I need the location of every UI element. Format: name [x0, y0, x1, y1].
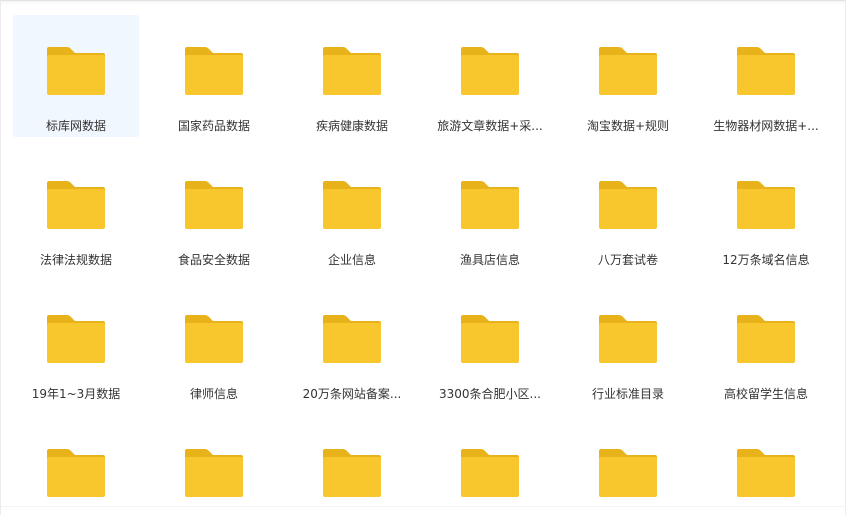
- folder-body: [599, 55, 657, 95]
- folder-body: [461, 323, 519, 363]
- folder-body: [599, 189, 657, 229]
- folder-label: 3300条合肥小区...: [439, 387, 541, 401]
- folder-item[interactable]: 八万套试卷: [565, 149, 691, 271]
- folder-body: [185, 189, 243, 229]
- folder-label: 标库网数据: [45, 119, 106, 133]
- file-browser-window: 标库网数据 国家药品数据 疾病健康数据 旅游文章数据+采... 淘宝数据+规则 生物器材网…: [0, 0, 846, 515]
- folder-body: [185, 457, 243, 497]
- folder-item[interactable]: [289, 417, 415, 515]
- folder-body: [323, 189, 381, 229]
- folder-icon: [323, 315, 381, 363]
- folder-body: [47, 189, 105, 229]
- folder-label: 疾病健康数据: [315, 119, 388, 133]
- folder-item[interactable]: 淘宝数据+规则: [565, 15, 691, 137]
- folder-body: [599, 457, 657, 497]
- folder-body: [185, 323, 243, 363]
- folder-label: 法律法规数据: [39, 253, 112, 267]
- folder-icon: [737, 181, 795, 229]
- folder-icon: [599, 315, 657, 363]
- folder-label: 国家药品数据: [177, 119, 250, 133]
- folder-icon: [323, 449, 381, 497]
- folder-item[interactable]: 生物器材网数据+...: [703, 15, 829, 137]
- folder-label: 高校留学生信息: [723, 387, 808, 401]
- folder-grid: 标库网数据 国家药品数据 疾病健康数据 旅游文章数据+采... 淘宝数据+规则 生物器材网…: [13, 15, 829, 515]
- folder-label: 企业信息: [327, 253, 376, 267]
- folder-item[interactable]: 12万条域名信息: [703, 149, 829, 271]
- folder-body: [47, 323, 105, 363]
- view-bottom-edge: [1, 506, 845, 515]
- folder-item[interactable]: 行业标准目录: [565, 283, 691, 405]
- folder-item[interactable]: 食品安全数据: [151, 149, 277, 271]
- folder-item[interactable]: [151, 417, 277, 515]
- folder-label: 生物器材网数据+...: [713, 119, 819, 133]
- folder-icon: [461, 181, 519, 229]
- folder-label: 淘宝数据+规则: [586, 119, 670, 133]
- folder-icon: [47, 315, 105, 363]
- folder-item[interactable]: [13, 417, 139, 515]
- folder-icon: [185, 47, 243, 95]
- folder-icon: [323, 47, 381, 95]
- folder-label: 行业标准目录: [591, 387, 664, 401]
- folder-icon: [185, 315, 243, 363]
- folder-item[interactable]: 国家药品数据: [151, 15, 277, 137]
- folder-icon: [323, 181, 381, 229]
- folder-label: 八万套试卷: [597, 253, 658, 267]
- folder-icon: [737, 449, 795, 497]
- folder-label: 律师信息: [189, 387, 238, 401]
- folder-label: 渔具店信息: [459, 253, 520, 267]
- folder-item[interactable]: 19年1~3月数据: [13, 283, 139, 405]
- folder-icon: [737, 315, 795, 363]
- folder-icon: [599, 47, 657, 95]
- folder-item[interactable]: 律师信息: [151, 283, 277, 405]
- folder-body: [323, 323, 381, 363]
- folder-icon: [599, 449, 657, 497]
- folder-item[interactable]: 疾病健康数据: [289, 15, 415, 137]
- folder-body: [737, 323, 795, 363]
- folder-body: [323, 55, 381, 95]
- folder-item[interactable]: [565, 417, 691, 515]
- folder-item[interactable]: [703, 417, 829, 515]
- folder-icon: [47, 181, 105, 229]
- folder-item[interactable]: 标库网数据: [13, 15, 139, 137]
- folder-body: [185, 55, 243, 95]
- folder-item[interactable]: 企业信息: [289, 149, 415, 271]
- folder-body: [47, 55, 105, 95]
- folder-label: 食品安全数据: [177, 253, 250, 267]
- folder-item[interactable]: 高校留学生信息: [703, 283, 829, 405]
- folder-icon: [47, 47, 105, 95]
- folder-body: [599, 323, 657, 363]
- folder-icon: [185, 449, 243, 497]
- folder-icon: [461, 315, 519, 363]
- folder-item[interactable]: [427, 417, 553, 515]
- folder-icon: [737, 47, 795, 95]
- folder-body: [47, 457, 105, 497]
- folder-body: [737, 55, 795, 95]
- folder-body: [461, 457, 519, 497]
- folder-icon: [599, 181, 657, 229]
- folder-label: 20万条网站备案...: [302, 387, 402, 401]
- folder-item[interactable]: 3300条合肥小区...: [427, 283, 553, 405]
- folder-item[interactable]: 20万条网站备案...: [289, 283, 415, 405]
- folder-body: [737, 189, 795, 229]
- folder-body: [461, 189, 519, 229]
- folder-body: [737, 457, 795, 497]
- folder-icon: [47, 449, 105, 497]
- folder-label: 12万条域名信息: [722, 253, 810, 267]
- folder-item[interactable]: 渔具店信息: [427, 149, 553, 271]
- folder-icon: [185, 181, 243, 229]
- folder-icon: [461, 449, 519, 497]
- folder-label: 旅游文章数据+采...: [437, 119, 543, 133]
- folder-icon: [461, 47, 519, 95]
- folder-item[interactable]: 旅游文章数据+采...: [427, 15, 553, 137]
- folder-label: 19年1~3月数据: [31, 387, 121, 401]
- folder-item[interactable]: 法律法规数据: [13, 149, 139, 271]
- folder-body: [461, 55, 519, 95]
- folder-body: [323, 457, 381, 497]
